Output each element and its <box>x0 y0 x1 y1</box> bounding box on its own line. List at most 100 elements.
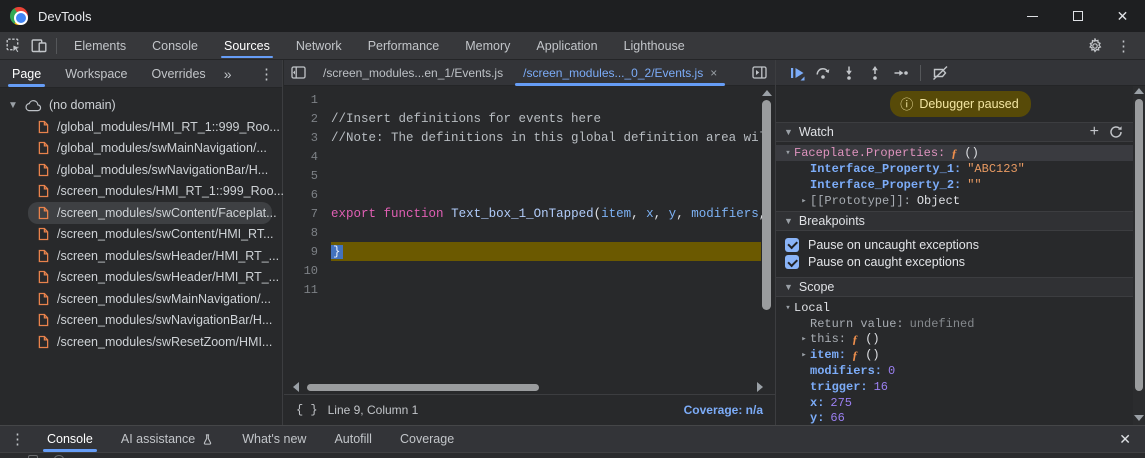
tab-performance[interactable]: Performance <box>355 32 453 59</box>
variable-row[interactable]: Return value:undefined <box>776 316 1145 332</box>
tree-file-item[interactable]: /global_modules/HMI_RT_1::999_Roo... <box>0 116 282 138</box>
line-number[interactable]: 3 <box>284 131 318 145</box>
sidebar-tab-workspace[interactable]: Workspace <box>53 60 139 88</box>
line-number[interactable]: 7 <box>284 207 318 221</box>
add-watch-icon[interactable]: + <box>1090 124 1099 140</box>
drawer-tab-ai-assistance[interactable]: AI assistance <box>107 426 228 453</box>
line-number[interactable]: 11 <box>284 283 318 297</box>
caret-right-icon[interactable]: ▸ <box>798 350 810 360</box>
drawer-tab-coverage[interactable]: Coverage <box>386 426 468 453</box>
scroll-right-arrow[interactable] <box>757 382 768 392</box>
scroll-up-arrow[interactable] <box>762 90 772 96</box>
more-tabs-chevron[interactable]: » <box>218 66 238 82</box>
variable-row[interactable]: y:66 <box>776 411 1145 427</box>
checkbox[interactable] <box>785 238 799 252</box>
tab-sources[interactable]: Sources <box>211 32 283 59</box>
variable-row[interactable]: ▸[[Prototype]]:Object <box>776 193 1145 209</box>
tree-root-no-domain[interactable]: ▼ (no domain) <box>0 94 282 116</box>
step-over-icon[interactable] <box>810 61 836 85</box>
line-number[interactable]: 10 <box>284 264 318 278</box>
caret-right-icon[interactable]: ▸ <box>798 196 810 206</box>
variable-row[interactable]: trigger:16 <box>776 379 1145 395</box>
tab-application[interactable]: Application <box>523 32 610 59</box>
drawer-tab-autofill[interactable]: Autofill <box>320 426 386 453</box>
tab-lighthouse[interactable]: Lighthouse <box>611 32 698 59</box>
deactivate-breakpoints-icon[interactable] <box>927 61 953 85</box>
code-text <box>331 280 762 299</box>
variable-row[interactable]: Interface_Property_1:"ABC123" <box>776 161 1145 177</box>
variable-row[interactable]: ▸item:ƒ () <box>776 347 1145 363</box>
sidebar-tab-overrides[interactable]: Overrides <box>140 60 218 88</box>
tab-elements[interactable]: Elements <box>61 32 139 59</box>
step-into-icon[interactable] <box>836 61 862 85</box>
variable-row[interactable]: x:275 <box>776 395 1145 411</box>
checkbox[interactable] <box>785 255 799 269</box>
watch-section-header[interactable]: ▼ Watch + <box>776 122 1145 142</box>
caret-right-icon[interactable]: ▸ <box>798 334 810 344</box>
tab-network[interactable]: Network <box>283 32 355 59</box>
caret-down-icon[interactable]: ▼ <box>6 100 20 111</box>
inspect-element-icon[interactable] <box>0 33 26 59</box>
line-number[interactable]: 8 <box>284 226 318 240</box>
caret-down-icon[interactable]: ▾ <box>782 303 794 313</box>
more-options-icon[interactable]: ⋮ <box>1108 37 1139 55</box>
drawer-tab-what-s-new[interactable]: What's new <box>228 426 320 453</box>
refresh-watch-icon[interactable] <box>1109 125 1123 139</box>
variable-row[interactable]: ▾Faceplate.Properties:ƒ () <box>776 145 1145 161</box>
scrollbar-thumb[interactable] <box>762 100 771 310</box>
scrollbar-thumb[interactable] <box>307 384 539 391</box>
step-out-icon[interactable] <box>862 61 888 85</box>
line-number[interactable]: 9 <box>284 245 318 259</box>
line-number[interactable]: 1 <box>284 93 318 107</box>
close-drawer-icon[interactable]: ✕ <box>1105 431 1145 448</box>
navigator-menu-icon[interactable]: ⋮ <box>251 65 282 83</box>
editor-horizontal-scrollbar[interactable] <box>286 381 772 393</box>
sidebar-tab-page[interactable]: Page <box>0 60 53 88</box>
step-icon[interactable] <box>888 61 914 85</box>
variable-row[interactable]: ▾Local <box>776 300 1145 316</box>
editor-tab[interactable]: /screen_modules..._0_2/Events.js× <box>513 60 727 86</box>
drawer-menu-icon[interactable]: ⋮ <box>0 430 33 448</box>
line-number[interactable]: 5 <box>284 169 318 183</box>
tree-file-item[interactable]: /screen_modules/swMainNavigation/... <box>0 288 282 310</box>
variable-row[interactable]: ▸this:ƒ () <box>776 332 1145 348</box>
breakpoints-section-header[interactable]: ▼ Breakpoints <box>776 211 1145 231</box>
line-number[interactable]: 6 <box>284 188 318 202</box>
variable-row[interactable]: Interface_Property_2:"" <box>776 177 1145 193</box>
line-number[interactable]: 4 <box>284 150 318 164</box>
tree-file-item[interactable]: /screen_modules/swContent/Faceplat... <box>0 202 282 224</box>
close-button[interactable]: ✕ <box>1100 0 1145 32</box>
open-sidebar-icon[interactable] <box>752 66 775 79</box>
scroll-up-arrow[interactable] <box>1134 88 1144 94</box>
scope-section-header[interactable]: ▼ Scope <box>776 277 1145 297</box>
caret-down-icon[interactable]: ▾ <box>782 148 794 158</box>
variable-name: Return value: <box>810 317 904 331</box>
scroll-down-arrow[interactable] <box>1134 415 1144 421</box>
editor-tab[interactable]: /screen_modules...en_1/Events.js <box>313 60 513 86</box>
minimize-button[interactable] <box>1010 0 1055 32</box>
hide-navigator-icon[interactable] <box>284 66 313 79</box>
tree-file-item[interactable]: /global_modules/swNavigationBar/H... <box>0 159 282 181</box>
tree-file-item[interactable]: /screen_modules/HMI_RT_1::999_Roo... <box>0 181 282 203</box>
close-tab-icon[interactable]: × <box>710 66 717 80</box>
tree-file-item[interactable]: /screen_modules/swHeader/HMI_RT_... <box>0 245 282 267</box>
variable-row[interactable]: modifiers:0 <box>776 363 1145 379</box>
maximize-button[interactable] <box>1055 0 1100 32</box>
settings-gear-icon[interactable] <box>1082 33 1108 59</box>
tree-file-item[interactable]: /screen_modules/swHeader/HMI_RT_... <box>0 267 282 289</box>
scrollbar-thumb[interactable] <box>1135 99 1143 391</box>
tree-file-item[interactable]: /screen_modules/swNavigationBar/H... <box>0 310 282 332</box>
panel-vertical-scrollbar[interactable] <box>1133 86 1145 425</box>
drawer-tab-console[interactable]: Console <box>33 426 107 453</box>
tree-file-item[interactable]: /global_modules/swMainNavigation/... <box>0 138 282 160</box>
scroll-left-arrow[interactable] <box>288 382 299 392</box>
tree-file-item[interactable]: /screen_modules/swContent/HMI_RT... <box>0 224 282 246</box>
coverage-status[interactable]: Coverage: n/a <box>684 403 775 417</box>
tab-console[interactable]: Console <box>139 32 211 59</box>
device-toolbar-icon[interactable] <box>26 33 52 59</box>
tree-file-item[interactable]: /screen_modules/swResetZoom/HMI... <box>0 331 282 353</box>
resume-script-icon[interactable] <box>784 61 810 85</box>
tab-memory[interactable]: Memory <box>452 32 523 59</box>
line-number[interactable]: 2 <box>284 112 318 126</box>
pretty-print-icon[interactable]: { } <box>284 403 328 417</box>
